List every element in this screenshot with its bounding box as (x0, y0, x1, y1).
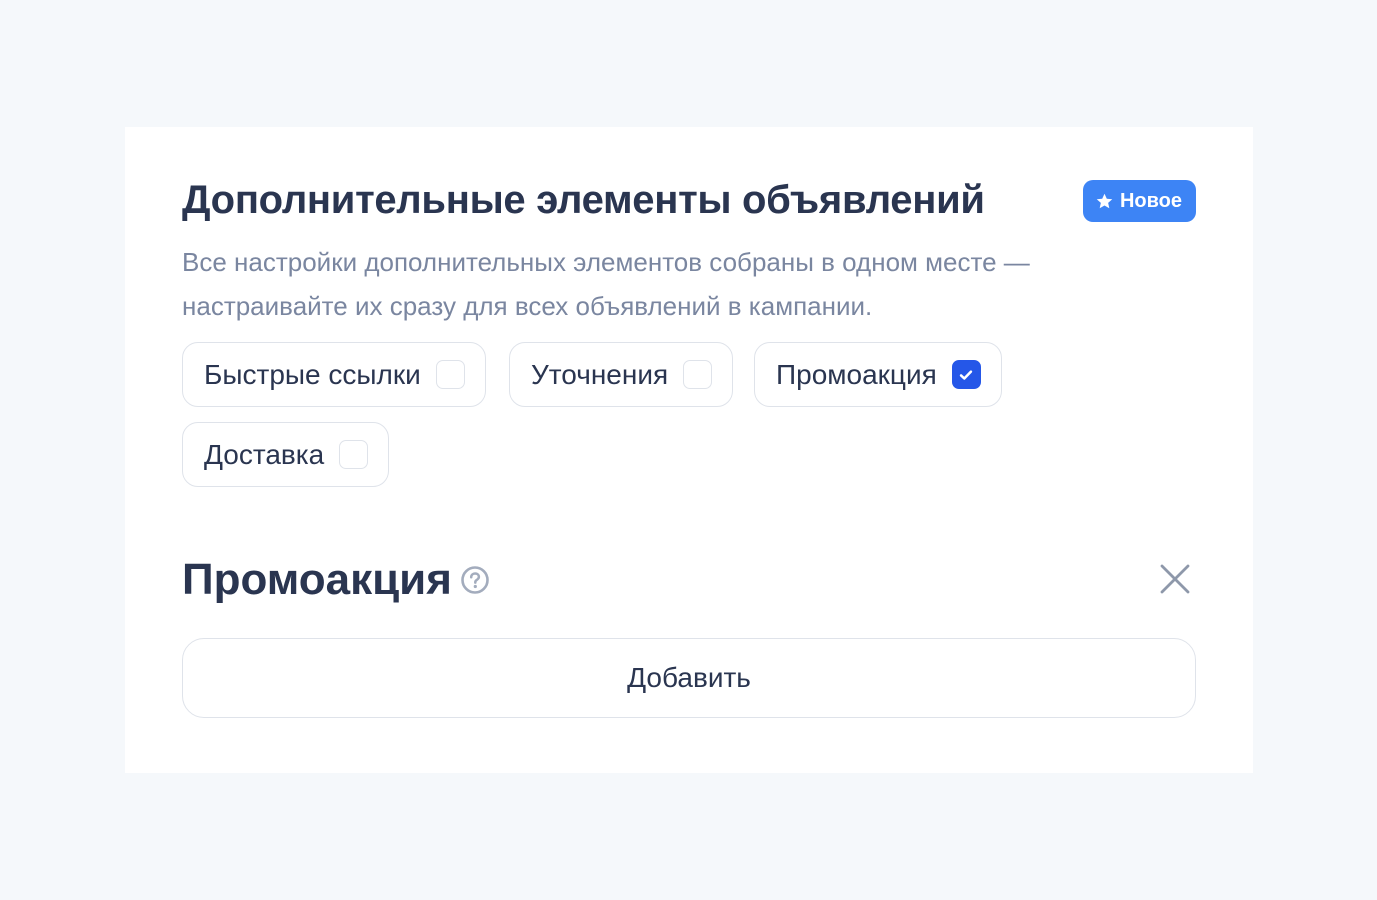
add-promo-button[interactable]: Добавить (182, 638, 1196, 718)
promo-section-header: Промоакция (182, 552, 1196, 608)
chip-promo[interactable]: Промоакция (754, 342, 1002, 407)
description-line-1: Все настройки дополнительных элементов с… (182, 247, 1030, 277)
checkbox-clarifications[interactable] (683, 360, 713, 389)
ad-extensions-card: Дополнительные элементы объявлений Новое… (125, 127, 1253, 773)
card-header: Дополнительные элементы объявлений Новое (182, 175, 1196, 227)
check-icon (960, 369, 973, 380)
close-icon[interactable] (1158, 562, 1192, 596)
card-description: Все настройки дополнительных элементов с… (182, 240, 1182, 328)
checkbox-delivery[interactable] (339, 440, 369, 469)
checkbox-quick-links[interactable] (435, 360, 465, 389)
chip-label: Доставка (204, 438, 325, 470)
star-icon (1095, 192, 1114, 211)
chip-clarifications[interactable]: Уточнения (509, 342, 734, 407)
chip-label: Уточнения (531, 358, 669, 390)
description-line-2: настраивайте их сразу для всех объявлени… (182, 291, 873, 321)
chip-label: Быстрые ссылки (204, 358, 421, 390)
card-title: Дополнительные элементы объявлений (182, 178, 985, 222)
chip-label: Промоакция (776, 358, 937, 390)
question-circle-icon[interactable] (460, 565, 490, 595)
chip-delivery[interactable]: Доставка (182, 422, 390, 487)
checkbox-promo[interactable] (951, 360, 981, 389)
new-badge: Новое (1082, 180, 1196, 222)
promo-section-title: Промоакция (182, 555, 452, 604)
new-badge-label: Новое (1119, 189, 1182, 212)
chip-quick-links[interactable]: Быстрые ссылки (182, 342, 486, 407)
